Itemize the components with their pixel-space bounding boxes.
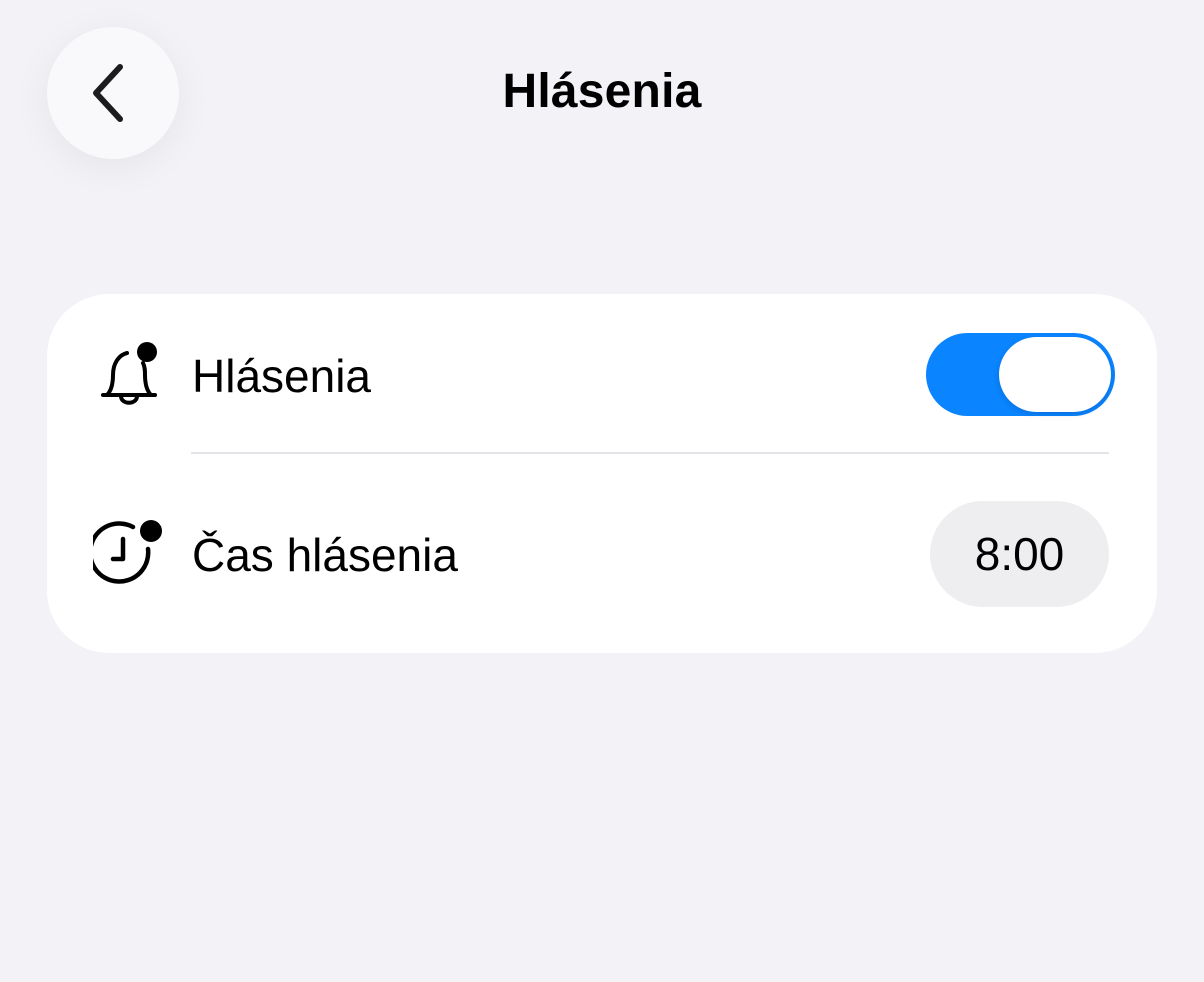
time-picker-button[interactable]: 8:00 bbox=[930, 501, 1109, 607]
toggle-knob bbox=[999, 337, 1111, 412]
notifications-label: Hlásenia bbox=[192, 350, 371, 402]
notification-time-row[interactable]: Čas hlásenia 8:00 bbox=[47, 454, 1157, 653]
notification-time-label: Čas hlásenia bbox=[192, 529, 458, 581]
page-title: Hlásenia bbox=[502, 65, 702, 118]
notifications-row[interactable]: Hlásenia bbox=[47, 294, 1157, 454]
clock-badge-icon bbox=[93, 520, 162, 584]
notifications-toggle[interactable] bbox=[926, 333, 1115, 416]
settings-card: Hlásenia Čas hlásenia 8:00 bbox=[47, 294, 1157, 653]
bell-badge-icon bbox=[101, 342, 157, 405]
